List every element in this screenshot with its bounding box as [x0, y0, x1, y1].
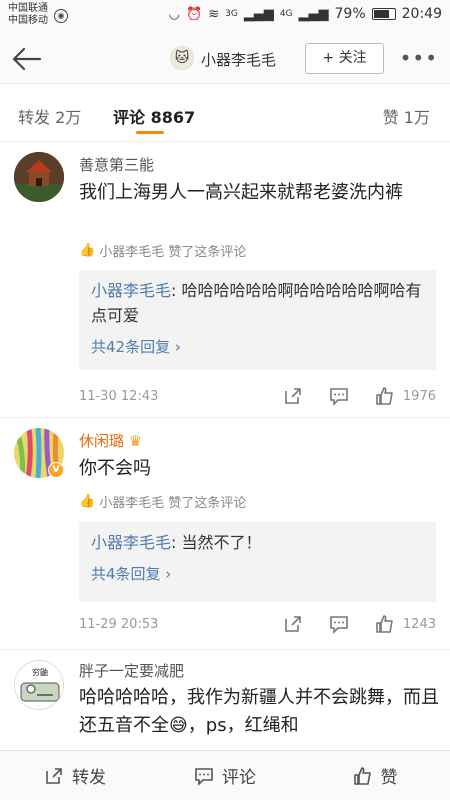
- clock: 20:49: [401, 6, 442, 22]
- reply-icon[interactable]: [329, 386, 349, 406]
- more-icon[interactable]: •••: [400, 46, 438, 70]
- reply-user[interactable]: 小器李毛毛: [91, 281, 171, 300]
- repost-label: 转发: [72, 768, 106, 788]
- comment-actions: 1976: [283, 386, 436, 406]
- comment-label: 评论: [222, 768, 256, 788]
- thumb-up-icon: 👍: [79, 243, 96, 258]
- commenter-name[interactable]: 休闲璐 ♛: [79, 430, 142, 451]
- like-count: 1243: [402, 616, 436, 632]
- comment-time: 11-29 20:53: [79, 617, 159, 632]
- reply-box[interactable]: 小器李毛毛: 哈哈哈哈哈哈啊哈哈哈哈哈啊哈有点可爱 共42条回复 ›: [79, 270, 436, 370]
- share-icon: [46, 767, 62, 784]
- verified-badge-icon: V: [48, 462, 64, 478]
- share-icon[interactable]: [283, 614, 303, 634]
- reply-text: 小器李毛毛: 当然不了！: [91, 530, 424, 555]
- comment-icon: [195, 767, 213, 786]
- reply-user[interactable]: 小器李毛毛: [91, 533, 171, 552]
- reply-text: 小器李毛毛: 哈哈哈哈哈哈啊哈哈哈哈哈啊哈有点可爱: [91, 278, 424, 328]
- comment-item: 穷鼬 胖子一定要减肥 哈哈哈哈哈，我作为新疆人并不会跳舞，而且还五音不全😅，ps…: [0, 650, 450, 750]
- view-replies-link[interactable]: 共42条回复 ›: [91, 336, 424, 357]
- user-name[interactable]: 小器李毛毛: [201, 49, 276, 70]
- like-icon[interactable]: [375, 614, 395, 634]
- comment-item: 善意第三能 我们上海男人一高兴起来就帮老婆洗内裤 👍 小器李毛毛 赞了这条评论 …: [0, 142, 450, 418]
- author-liked-note: 👍 小器李毛毛 赞了这条评论: [79, 492, 246, 511]
- reply-icon[interactable]: [329, 614, 349, 634]
- tab-bar: 转发 2万 评论 8867 赞 1万: [0, 84, 450, 142]
- top-bar: 🐱 小器李毛毛 + 关注 •••: [0, 34, 450, 84]
- battery-icon: [371, 8, 396, 20]
- tab-active-indicator: [136, 131, 164, 134]
- thumb-up-icon: 👍: [79, 494, 96, 509]
- user-avatar-small[interactable]: 🐱: [170, 46, 194, 70]
- comment-text: 我们上海男人一高兴起来就帮老婆洗内裤: [79, 182, 403, 203]
- comment-item: V 休闲璐 ♛ 你不会吗 👍 小器李毛毛 赞了这条评论 小器李毛毛: 当然不了！…: [0, 418, 450, 650]
- back-arrow-icon[interactable]: [10, 42, 44, 76]
- like-label: 赞: [380, 768, 398, 788]
- comment-button[interactable]: 评论: [150, 751, 300, 800]
- share-icon[interactable]: [283, 386, 303, 406]
- like-icon: [353, 766, 371, 785]
- bottom-action-bar: 转发 评论 赞: [0, 750, 450, 800]
- status-bar: 中国联通 中国移动 ◉ ◡ ⏰ ≋ 3G ▂▄▆ 4G ▂▄▆ 79% 20:4…: [0, 0, 450, 34]
- view-replies-link[interactable]: 共4条回复 ›: [91, 563, 424, 584]
- reply-content: : 当然不了！: [171, 533, 262, 552]
- carrier-2: 中国移动: [8, 15, 48, 26]
- like-button[interactable]: 赞: [300, 751, 450, 800]
- author-liked-text: 小器李毛毛 赞了这条评论: [99, 245, 247, 260]
- author-liked-note: 👍 小器李毛毛 赞了这条评论: [79, 241, 246, 260]
- tab-like[interactable]: 赞 1万: [383, 104, 430, 128]
- alarm-icon: ⏰: [186, 6, 203, 22]
- eye-icon: ◡: [168, 6, 181, 22]
- comment-text: 你不会吗: [79, 458, 151, 479]
- like-icon[interactable]: [375, 386, 395, 406]
- follow-button[interactable]: + 关注: [305, 43, 384, 74]
- svg-text:穷鼬: 穷鼬: [32, 667, 48, 677]
- status-right: ◡ ⏰ ≋ 3G ▂▄▆ 4G ▂▄▆ 79% 20:49: [169, 6, 442, 22]
- commenter-name[interactable]: 胖子一定要减肥: [79, 660, 184, 681]
- signal-icon-2: ▂▄▆: [298, 6, 329, 22]
- comment-actions: 1243: [283, 614, 436, 634]
- signal-icon-1: ▂▄▆: [243, 6, 274, 22]
- hd-icon: ◉: [54, 9, 68, 23]
- author-liked-text: 小器李毛毛 赞了这条评论: [99, 496, 247, 511]
- net-type-2: 4G: [279, 9, 293, 19]
- commenter-avatar[interactable]: 穷鼬: [14, 660, 64, 710]
- commenter-name[interactable]: 善意第三能: [79, 154, 154, 175]
- reply-box[interactable]: 小器李毛毛: 当然不了！ 共4条回复 ›: [79, 522, 436, 602]
- net-type-1: 3G: [225, 9, 238, 19]
- carrier-1: 中国联通: [8, 3, 48, 14]
- vip-crown-icon: ♛: [128, 432, 143, 450]
- commenter-avatar[interactable]: [14, 152, 64, 202]
- comment-text: 哈哈哈哈哈，我作为新疆人并不会跳舞，而且还五音不全😅，ps，红绳和: [79, 687, 439, 736]
- carrier-info: 中国联通 中国移动: [8, 3, 48, 27]
- repost-button[interactable]: 转发: [0, 751, 150, 800]
- like-count: 1976: [402, 388, 436, 404]
- comment-time: 11-30 12:43: [79, 389, 159, 404]
- battery-percent: 79%: [334, 6, 366, 22]
- wifi-icon: ≋: [208, 6, 220, 22]
- tab-repost[interactable]: 转发 2万: [18, 104, 81, 128]
- tab-comment[interactable]: 评论 8867: [113, 104, 195, 128]
